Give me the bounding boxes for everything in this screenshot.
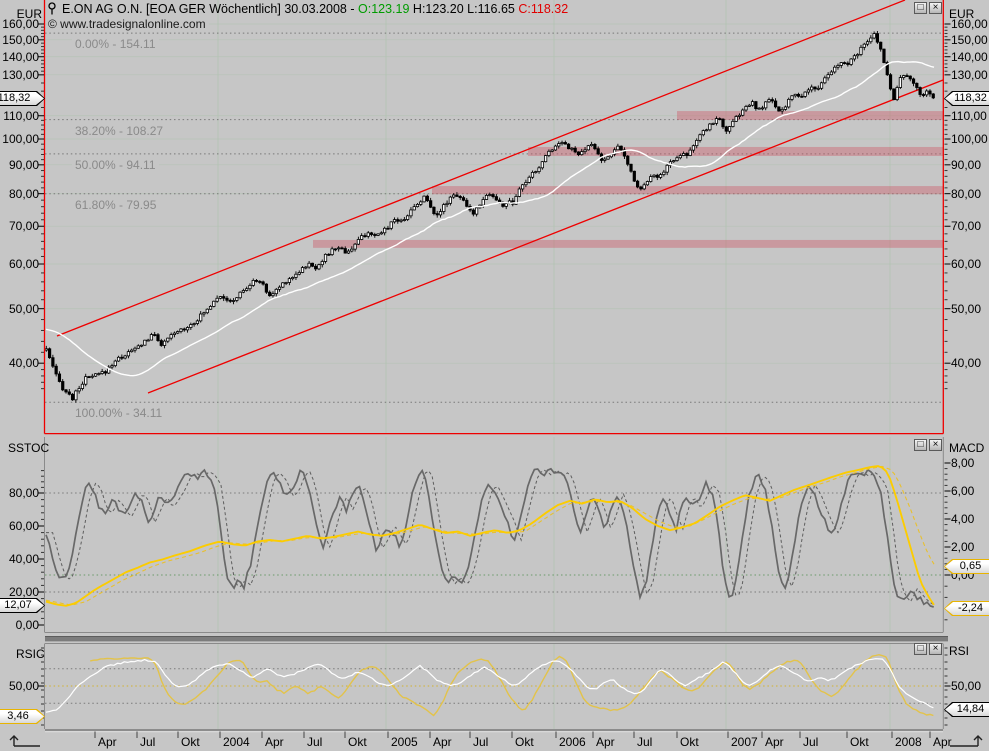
pin-icon[interactable] (47, 2, 57, 18)
rsi-panel-label: RSI (949, 644, 970, 658)
main-right-axis-unit: EUR (949, 7, 975, 21)
title-low-value: L:116.65 (467, 2, 515, 16)
rsi-panel-buttons: □ × (914, 643, 942, 655)
panel-separator[interactable] (45, 636, 948, 642)
sstoc-panel-label: SSTOC (8, 441, 50, 455)
macd-signal-value-tag: 0,65 (944, 559, 989, 574)
title-high-value: H:123.20 (412, 2, 464, 16)
rsic-panel-label: RSIC (16, 647, 45, 661)
close-button[interactable]: × (929, 643, 942, 655)
scroll-start-arrow-icon[interactable] (6, 732, 46, 751)
rsi-panel (45, 644, 943, 729)
title-close-value: C:118.32 (518, 2, 569, 16)
sstoc-macd-panel (45, 437, 943, 633)
close-button[interactable]: × (929, 439, 942, 451)
last-price-tag-left: 118,32 (0, 91, 45, 106)
title-date: 30.03.2008 - (284, 2, 355, 16)
sstoc-panel-buttons: □ × (914, 439, 942, 451)
rsic-value-tag: 3,46 (0, 709, 45, 724)
maximize-button[interactable]: □ (914, 643, 927, 655)
sstoc-value-tag: 12,07 (0, 598, 45, 613)
maximize-button[interactable]: □ (914, 439, 927, 451)
last-price-tag-right: 118,32 (944, 91, 989, 106)
main-price-panel (45, 0, 943, 433)
rsi-value-tag: 14,84 (944, 702, 989, 717)
close-button[interactable]: × (929, 2, 942, 14)
title-bar: E.ON AG O.N. [EOA GER Wöchentlich] 30.03… (47, 2, 568, 16)
maximize-button[interactable]: □ (914, 2, 927, 14)
trading-chart-window: 0.00% - 154.11 38.20% - 108.27 50.00% - 94… (0, 0, 989, 751)
macd-panel-label: MACD (949, 441, 985, 455)
copyright-text: © www.tradesignalonline.com (48, 17, 209, 31)
main-panel-buttons: □ × (914, 2, 942, 14)
main-left-axis-unit: EUR (16, 7, 42, 21)
title-open-value: O:123.19 (358, 2, 410, 16)
title-instrument: E.ON AG O.N. [EOA GER Wöchentlich] (62, 2, 281, 16)
scroll-end-arrow-icon[interactable] (946, 732, 986, 751)
macd-value-tag: -2,24 (944, 601, 989, 616)
